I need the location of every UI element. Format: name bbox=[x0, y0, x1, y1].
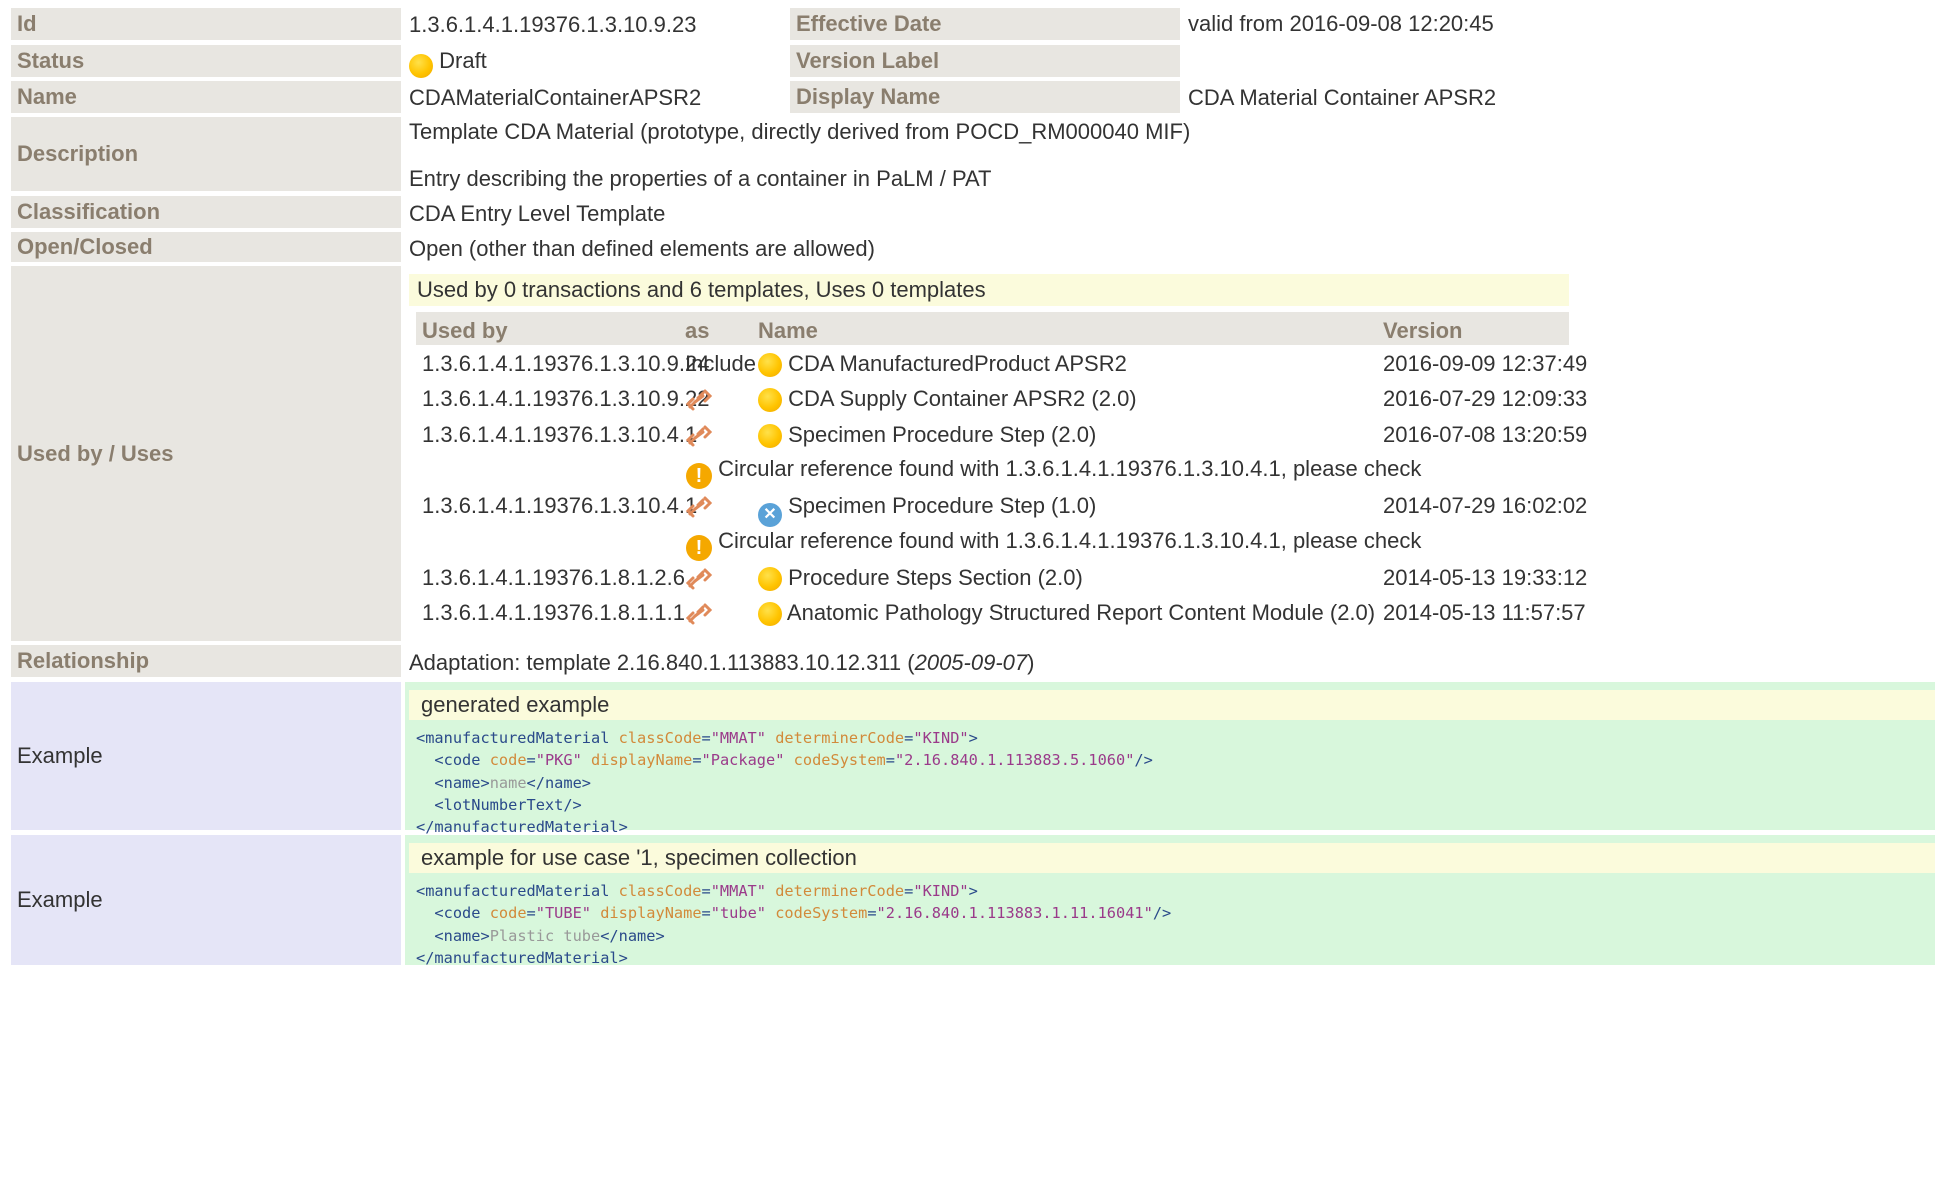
label-example: Example bbox=[11, 682, 401, 830]
usage-row-version: 2016-07-08 13:20:59 bbox=[1383, 422, 1588, 447]
header-name: Name bbox=[758, 318, 818, 343]
usage-row-name[interactable]: ✕ Specimen Procedure Step (1.0) bbox=[758, 493, 1096, 527]
draft-status-icon bbox=[758, 388, 782, 412]
usage-row-version: 2014-05-13 19:33:12 bbox=[1383, 565, 1588, 590]
circular-reference-warning: ! Circular reference found with 1.3.6.1.… bbox=[686, 456, 1421, 489]
relationship-close: ) bbox=[1027, 650, 1035, 675]
template-id: 1.3.6.1.4.1.19376.1.3.10.9.23 bbox=[409, 12, 697, 37]
warning-text: Circular reference found with 1.3.6.1.4.… bbox=[718, 528, 1422, 553]
usage-row-name[interactable]: Procedure Steps Section (2.0) bbox=[758, 565, 1083, 591]
description-line-2: Entry describing the properties of a con… bbox=[409, 166, 992, 191]
usage-row-name-link[interactable]: Anatomic Pathology Structured Report Con… bbox=[787, 600, 1375, 625]
label-effective-date: Effective Date bbox=[790, 8, 1180, 40]
label-version-label: Version Label bbox=[790, 45, 1180, 77]
usage-row-name-link[interactable]: Specimen Procedure Step (1.0) bbox=[788, 493, 1096, 518]
usage-row-id: 1.3.6.1.4.1.19376.1.8.1.1.1 bbox=[422, 600, 686, 625]
usage-row-id: 1.3.6.1.4.1.19376.1.3.10.9.22 bbox=[422, 386, 710, 411]
label-description: Description bbox=[11, 117, 401, 191]
usage-row-name-link[interactable]: CDA Supply Container APSR2 (2.0) bbox=[788, 386, 1137, 411]
draft-status-icon bbox=[758, 353, 782, 377]
draft-status-icon bbox=[409, 54, 433, 78]
usage-row-name[interactable]: Anatomic Pathology Structured Report Con… bbox=[758, 600, 1375, 626]
relationship: Adaptation: template 2.16.840.1.113883.1… bbox=[409, 650, 1034, 676]
description-line-1: Template CDA Material (prototype, direct… bbox=[409, 119, 1191, 144]
draft-status-icon bbox=[758, 424, 782, 448]
label-display-name: Display Name bbox=[790, 81, 1180, 113]
label-used-by-uses: Used by / Uses bbox=[11, 266, 401, 641]
usage-row-id: 1.3.6.1.4.1.19376.1.3.10.9.24 bbox=[422, 351, 710, 376]
label-relationship: Relationship bbox=[11, 645, 401, 677]
link-icon[interactable] bbox=[684, 494, 714, 520]
link-icon[interactable] bbox=[684, 387, 714, 413]
usage-row-name[interactable]: Specimen Procedure Step (2.0) bbox=[758, 422, 1096, 448]
usage-row-name[interactable]: CDA ManufacturedProduct APSR2 bbox=[758, 351, 1127, 377]
label-status: Status bbox=[11, 45, 401, 77]
link-icon[interactable] bbox=[684, 566, 714, 592]
open-closed: Open (other than defined elements are al… bbox=[409, 236, 875, 261]
label-id: Id bbox=[11, 8, 401, 40]
usage-row-name-link[interactable]: Specimen Procedure Step (2.0) bbox=[788, 422, 1096, 447]
warning-icon: ! bbox=[686, 535, 712, 561]
warning-text: Circular reference found with 1.3.6.1.4.… bbox=[718, 456, 1422, 481]
header-used-by: Used by bbox=[422, 318, 508, 343]
draft-status-icon bbox=[758, 567, 782, 591]
warning-icon: ! bbox=[686, 463, 712, 489]
usage-row-name-link[interactable]: CDA ManufacturedProduct APSR2 bbox=[788, 351, 1127, 376]
example-code: <manufacturedMaterial classCode="MMAT" d… bbox=[416, 882, 1172, 967]
usage-row-as: Include bbox=[685, 351, 756, 376]
draft-status-icon bbox=[758, 602, 782, 626]
example-code: <manufacturedMaterial classCode="MMAT" d… bbox=[416, 729, 1153, 837]
usage-row-name-link[interactable]: Procedure Steps Section (2.0) bbox=[788, 565, 1083, 590]
label-classification: Classification bbox=[11, 196, 401, 228]
header-version: Version bbox=[1383, 318, 1463, 343]
usage-row-id: 1.3.6.1.4.1.19376.1.3.10.4.1 bbox=[422, 493, 698, 518]
usage-row-version: 2016-09-09 12:37:49 bbox=[1383, 351, 1588, 376]
link-icon[interactable] bbox=[684, 601, 714, 627]
usage-row-version: 2016-07-29 12:09:33 bbox=[1383, 386, 1588, 411]
status-text: Draft bbox=[439, 48, 487, 73]
example-title: example for use case '1, specimen collec… bbox=[409, 843, 1935, 873]
status-value: Draft bbox=[409, 48, 487, 78]
usage-summary: Used by 0 transactions and 6 templates, … bbox=[409, 274, 1569, 306]
effective-date: valid from 2016-09-08 12:20:45 bbox=[1188, 11, 1494, 36]
relationship-text: Adaptation: template 2.16.840.1.113883.1… bbox=[409, 650, 915, 675]
usage-row-name[interactable]: CDA Supply Container APSR2 (2.0) bbox=[758, 386, 1137, 412]
header-as: as bbox=[685, 318, 710, 343]
relationship-date: 2005-09-07 bbox=[914, 650, 1028, 675]
display-name: CDA Material Container APSR2 bbox=[1188, 85, 1497, 110]
usage-row-id: 1.3.6.1.4.1.19376.1.3.10.4.1 bbox=[422, 422, 698, 447]
usage-row-id: 1.3.6.1.4.1.19376.1.8.1.2.6 bbox=[422, 565, 686, 590]
usage-row-version: 2014-05-13 11:57:57 bbox=[1383, 600, 1586, 625]
classification: CDA Entry Level Template bbox=[409, 201, 666, 226]
label-name: Name bbox=[11, 81, 401, 113]
cancelled-status-icon: ✕ bbox=[758, 503, 782, 527]
usage-row-version: 2014-07-29 16:02:02 bbox=[1383, 493, 1588, 518]
link-icon[interactable] bbox=[684, 423, 714, 449]
template-name: CDAMaterialContainerAPSR2 bbox=[409, 85, 702, 110]
example-title: generated example bbox=[409, 690, 1935, 720]
label-open-closed: Open/Closed bbox=[11, 232, 401, 262]
label-example: Example bbox=[11, 835, 401, 965]
circular-reference-warning: ! Circular reference found with 1.3.6.1.… bbox=[686, 528, 1421, 561]
